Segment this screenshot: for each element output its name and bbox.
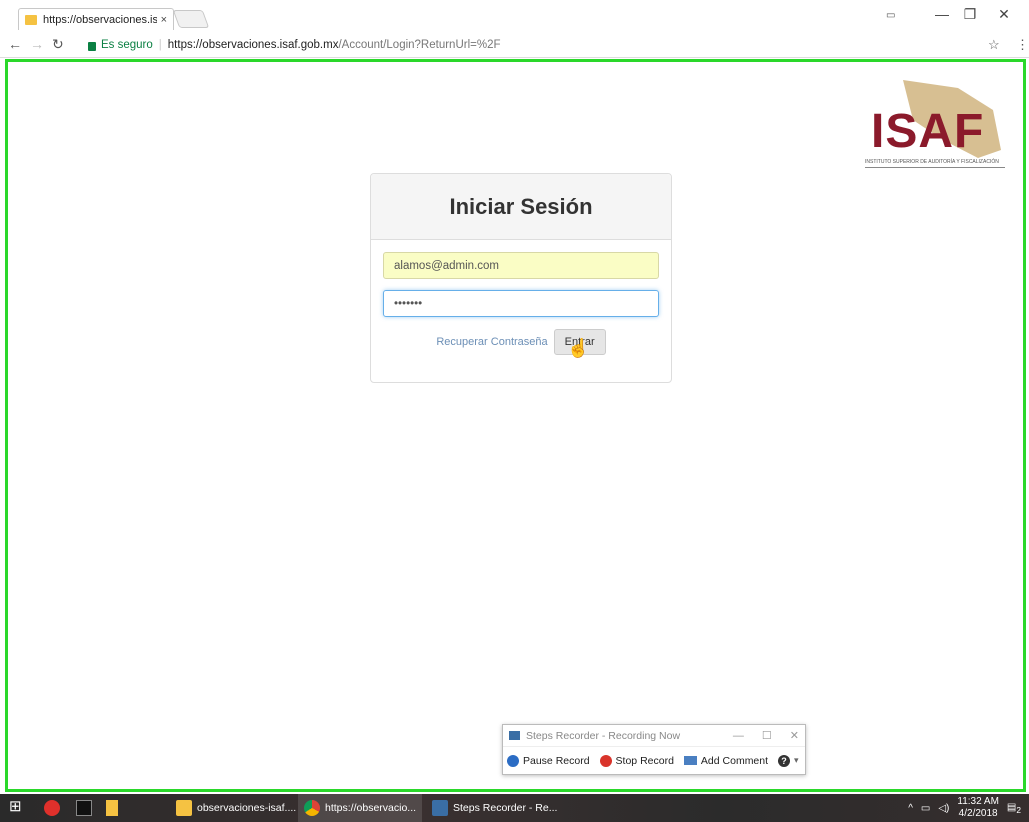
stop-record-label: Stop Record (615, 754, 674, 767)
pause-record-button[interactable]: Pause Record (507, 754, 590, 767)
taskbar-item-label: observaciones-isaf.... (197, 802, 297, 814)
notification-count: 2 (1016, 804, 1021, 815)
login-panel-heading: Iniciar Sesión (371, 174, 671, 240)
volume-icon[interactable]: ◁) (938, 803, 949, 814)
reload-icon[interactable]: ↻ (52, 36, 64, 53)
isaf-logo: ISAF INSTITUTO SUPERIOR DE AUDITORÍA Y F… (863, 80, 1008, 172)
email-field[interactable] (383, 252, 659, 279)
pause-icon (507, 754, 519, 767)
bookmark-star-icon[interactable]: ☆ (988, 37, 1000, 53)
windows-taskbar: ⊞ observaciones-isaf.... https://observa… (0, 794, 1029, 822)
browser-navbar: ← → ↻ Es seguro | https://observaciones.… (0, 34, 1029, 58)
comment-icon (683, 756, 697, 765)
hand-cursor-icon: ☝ (567, 338, 590, 358)
chrome-icon (304, 800, 320, 816)
folder-favicon-icon (25, 14, 37, 25)
address-separator: | (158, 39, 162, 51)
lock-icon (88, 41, 96, 51)
browser-titlebar: https://observaciones.isa × ▭ — ❐ ✕ (0, 0, 1029, 34)
taskbar-item-chrome[interactable]: https://observacio... (298, 794, 423, 822)
page-viewport: ISAF INSTITUTO SUPERIOR DE AUDITORÍA Y F… (5, 59, 1026, 792)
tab-title: https://observaciones.isa (43, 13, 157, 26)
pause-record-label: Pause Record (523, 754, 590, 767)
terminal-icon[interactable] (76, 800, 92, 816)
recover-password-link[interactable]: Recuperar Contraseña (436, 336, 547, 348)
close-window-button[interactable]: ✕ (994, 6, 1014, 23)
steps-recorder-window: Steps Recorder - Recording Now — ☐ ✕ Pau… (502, 724, 806, 775)
new-tab-button[interactable] (172, 10, 210, 28)
forward-icon[interactable]: → (30, 36, 44, 52)
clock-date: 4/2/2018 (958, 808, 998, 819)
steps-recorder-toolbar: Pause Record Stop Record Add Comment ? ▾ (503, 747, 805, 774)
steps-recorder-title: Steps Recorder - Recording Now (526, 729, 681, 742)
url-host: https://observaciones.isaf.gob.mx (167, 39, 339, 51)
recorder-minimize-button[interactable]: — (733, 730, 744, 742)
system-tray: ^ ▭ ◁) 11:32 AM 4/2/2018 ▤2 (908, 794, 1029, 822)
recorder-close-button[interactable]: ✕ (790, 729, 799, 742)
url-path: /Account/Login?ReturnUrl=%2F (338, 39, 501, 51)
add-comment-button[interactable]: Add Comment (683, 754, 769, 767)
recorder-maximize-button[interactable]: ☐ (762, 729, 772, 742)
taskbar-item-steps-recorder[interactable]: Steps Recorder - Re... (426, 794, 563, 822)
help-button[interactable]: ? ▾ (778, 754, 799, 767)
address-bar[interactable]: Es seguro | https://observaciones.isaf.g… (88, 35, 998, 55)
opera-icon[interactable] (44, 800, 60, 816)
login-actions: Recuperar Contraseña Entrar (383, 329, 659, 355)
back-icon[interactable]: ← (8, 36, 22, 52)
page-title: Iniciar Sesión (449, 193, 593, 219)
maximize-button[interactable]: ❐ (960, 6, 980, 23)
tab-close-icon[interactable]: × (161, 14, 167, 26)
minimize-button[interactable]: — (932, 6, 952, 22)
profile-icon[interactable]: ▭ (886, 10, 895, 21)
logo-subtitle: INSTITUTO SUPERIOR DE AUDITORÍA Y FISCAL… (865, 159, 1005, 168)
file-explorer-icon[interactable] (106, 800, 118, 816)
steps-recorder-icon (432, 800, 448, 816)
clock[interactable]: 11:32 AM 4/2/2018 (957, 796, 999, 820)
show-hidden-icons-icon[interactable]: ^ (908, 803, 913, 814)
taskbar-item-label: https://observacio... (325, 802, 417, 814)
steps-recorder-titlebar: Steps Recorder - Recording Now — ☐ ✕ (503, 725, 805, 747)
folder-icon (176, 800, 192, 816)
browser-tab[interactable]: https://observaciones.isa × (18, 8, 174, 30)
stop-record-button[interactable]: Stop Record (599, 754, 674, 767)
taskbar-item-explorer[interactable]: observaciones-isaf.... (170, 794, 302, 822)
steps-recorder-icon (509, 731, 520, 740)
add-comment-label: Add Comment (700, 754, 769, 767)
notifications-icon[interactable]: ▤2 (1007, 802, 1021, 815)
taskbar-item-label: Steps Recorder - Re... (453, 802, 558, 814)
stop-icon (599, 754, 612, 767)
password-field[interactable] (383, 290, 659, 317)
windows-start-icon[interactable]: ⊞ (9, 797, 25, 815)
login-panel: Iniciar Sesión Recuperar Contraseña Entr… (370, 173, 672, 383)
clock-time: 11:32 AM (957, 796, 999, 807)
network-icon[interactable]: ▭ (921, 803, 930, 814)
logo-text: ISAF (871, 105, 985, 158)
help-icon: ? (778, 754, 791, 767)
login-form: Recuperar Contraseña Entrar (371, 240, 671, 367)
help-dropdown-icon[interactable]: ▾ (794, 755, 799, 766)
secure-label: Es seguro (101, 39, 153, 51)
browser-menu-icon[interactable]: ⋮ (1016, 37, 1029, 53)
